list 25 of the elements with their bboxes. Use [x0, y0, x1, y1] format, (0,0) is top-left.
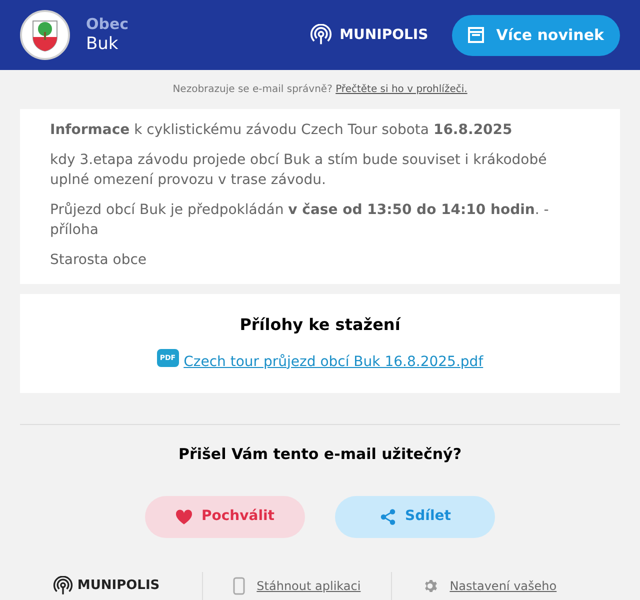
newspaper-icon	[468, 27, 484, 43]
crest-logo	[20, 10, 70, 60]
article-paragraph: kdy 3.etapa závodu projede obcí Buk a stím bude souviset i krákodobé uplné omezení provozu v trase závodu.	[50, 151, 548, 190]
article-paragraph: Průjezd obcí Buk je předpokládán v čase od 13:50 do 14:10 hodin. - příloha	[50, 201, 550, 240]
preheader-text: Nezobrazuje se e-mail správně?	[172, 84, 334, 95]
article-paragraph: Starosta obce	[50, 251, 148, 270]
broadcast-icon	[53, 576, 74, 596]
feedback-question: Přišel Vám tento e-mail užitečný?	[177, 444, 463, 465]
phone-icon	[232, 576, 245, 594]
praise-button[interactable]: Pochválit	[145, 496, 305, 538]
heart-icon	[175, 508, 194, 524]
more-news-button[interactable]: Více novinek	[452, 14, 620, 56]
browser-link[interactable]: Přečtěte si ho v prohlížeči.	[336, 84, 468, 95]
footer-brand: MUNIPOLIS	[77, 576, 160, 595]
broadcast-icon	[310, 24, 332, 46]
brand-name: MUNIPOLIS	[340, 26, 428, 44]
article-paragraph: Informace k cyklistickému závodu Czech Tour sobota 16.8.2025	[50, 121, 514, 140]
settings-link[interactable]: Nastavení vašeho	[450, 576, 557, 594]
share-button[interactable]: Sdílet	[335, 496, 495, 538]
share-icon	[379, 508, 398, 526]
attachments-title: Přílohy ke stažení	[240, 314, 400, 336]
municipality-kicker: Obec	[86, 15, 129, 34]
download-app-link[interactable]: Stáhnout aplikaci	[256, 576, 361, 594]
municipality-name: Buk	[86, 34, 120, 55]
attachment-link[interactable]: Czech tour průjezd obcí Buk 16.8.2025.pdf	[184, 352, 484, 372]
